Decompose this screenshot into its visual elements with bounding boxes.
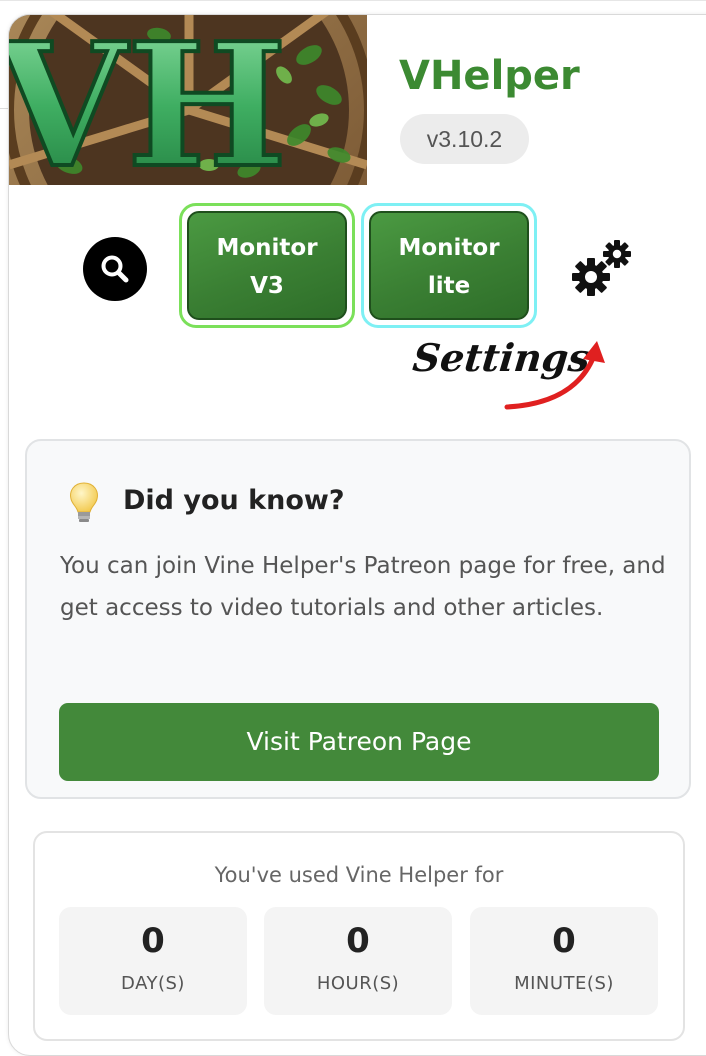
monitor-v3-label-line1: Monitor	[216, 235, 318, 261]
search-icon	[101, 255, 129, 283]
visit-patreon-button[interactable]: Visit Patreon Page	[59, 703, 659, 781]
version-badge: v3.10.2	[400, 114, 529, 164]
monitor-v3-outline: Monitor V3	[179, 203, 355, 328]
browser-edge	[0, 0, 706, 1]
did-you-know-card: Did you know? You can join Vine Helper's…	[25, 439, 691, 799]
stat-days: 0 DAY(S)	[59, 907, 247, 1015]
settings-button[interactable]	[569, 237, 635, 299]
monitor-v3-label-line2: V3	[250, 273, 284, 299]
stat-value: 0	[141, 921, 165, 961]
stat-label: DAY(S)	[121, 973, 185, 994]
extension-popup: VH VHelper v3.10.2 Monitor V3 Monitor li…	[8, 14, 706, 1056]
vh-logo: VH	[9, 15, 367, 185]
search-button[interactable]	[83, 237, 147, 301]
monitor-lite-label-line2: lite	[427, 273, 471, 299]
monitor-v3-button[interactable]: Monitor V3	[187, 211, 347, 320]
stat-value: 0	[346, 921, 370, 961]
gears-icon	[572, 240, 631, 296]
monitor-lite-button[interactable]: Monitor lite	[369, 211, 529, 320]
stat-hours: 0 HOUR(S)	[264, 907, 452, 1015]
logo-letters: VH	[9, 15, 287, 185]
tip-text: You can join Vine Helper's Patreon page …	[60, 553, 666, 621]
monitor-lite-label-line1: Monitor	[398, 235, 500, 261]
page-divider	[0, 108, 8, 109]
stat-label: HOUR(S)	[316, 973, 400, 994]
stat-label: MINUTE(S)	[514, 973, 614, 994]
annotation-arrow-icon	[504, 341, 605, 410]
monitor-lite-outline: Monitor lite	[361, 203, 537, 328]
usage-card: You've used Vine Helper for 0 DAY(S) 0 H…	[33, 831, 685, 1041]
stat-minutes: 0 MINUTE(S)	[470, 907, 658, 1015]
tip-title: Did you know?	[123, 485, 345, 516]
lightbulb-icon	[70, 482, 98, 522]
app-title: VHelper	[399, 53, 580, 99]
usage-title: You've used Vine Helper for	[214, 863, 504, 887]
stat-value: 0	[552, 921, 576, 961]
